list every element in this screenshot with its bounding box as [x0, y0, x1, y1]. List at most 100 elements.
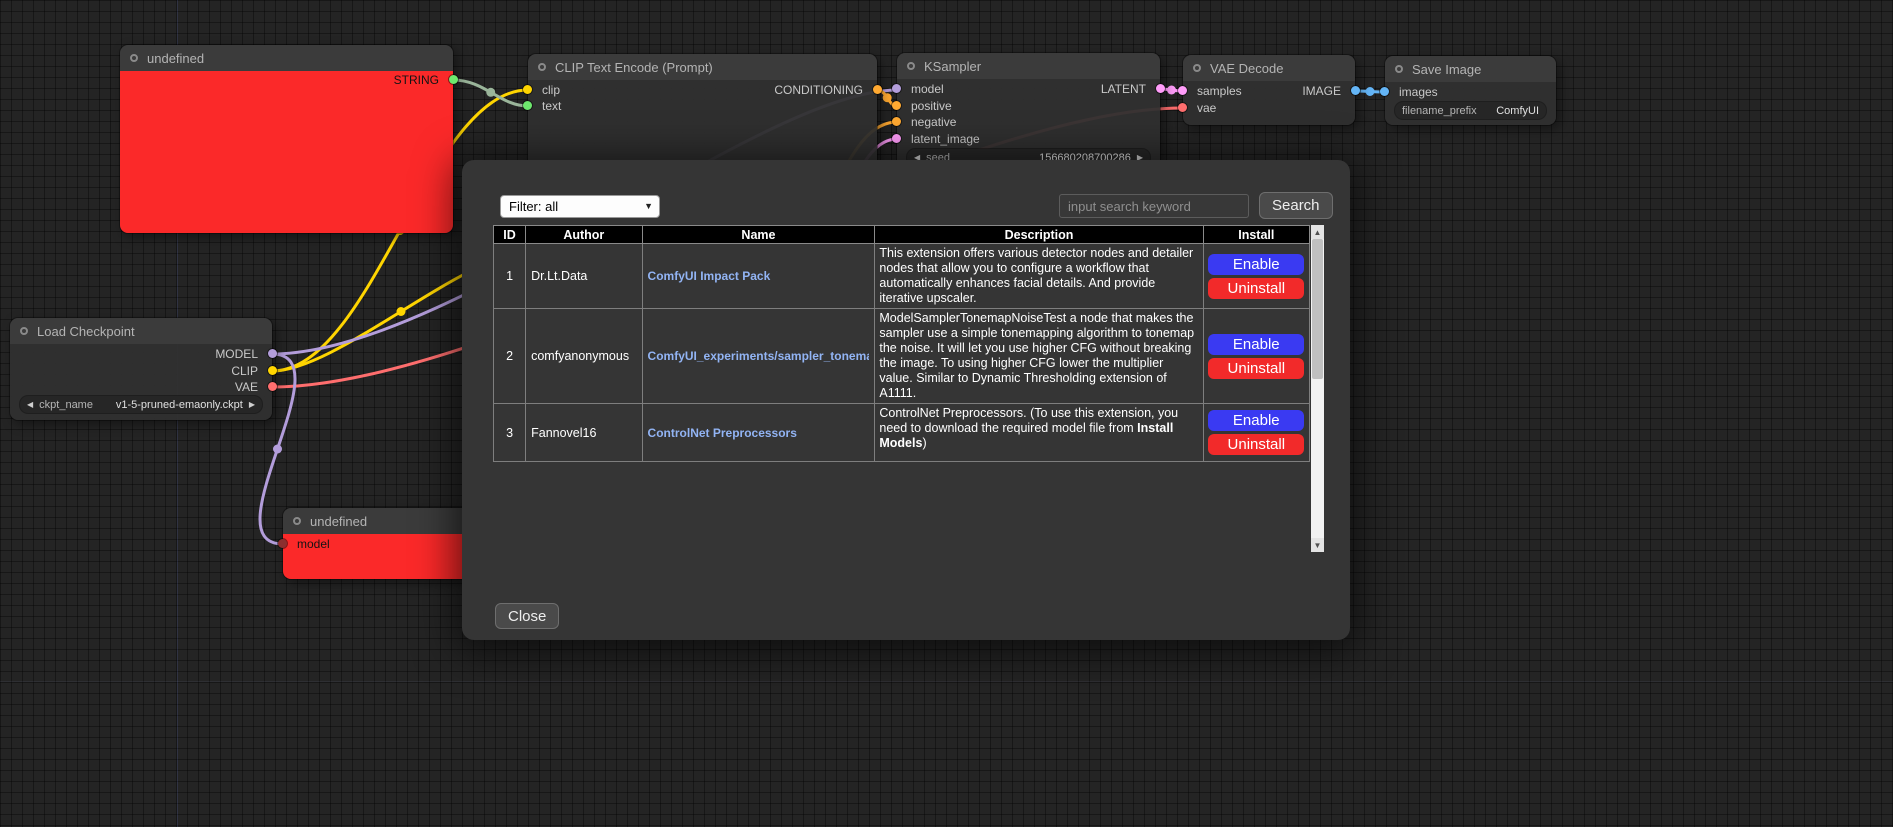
port-dot[interactable] [1351, 86, 1360, 95]
port-dot[interactable] [1380, 87, 1389, 96]
input-port-model[interactable]: model [897, 81, 944, 97]
node-header: Load Checkpoint [10, 318, 272, 344]
input-port-model[interactable]: model [283, 536, 330, 552]
output-port-string[interactable]: STRING [394, 72, 453, 88]
id-cell: 1 [494, 244, 526, 309]
description-cell: This extension offers various detector n… [875, 244, 1203, 309]
search-input[interactable] [1059, 194, 1249, 218]
input-port-text[interactable]: text [528, 98, 561, 114]
node-header: Save Image [1385, 56, 1556, 82]
output-port-model[interactable]: MODEL [215, 346, 272, 362]
install-cell: Enable Uninstall [1203, 404, 1309, 462]
column-header-name: Name [642, 226, 875, 244]
output-port-image[interactable]: IMAGE [1302, 83, 1355, 99]
enable-button[interactable]: Enable [1208, 254, 1304, 275]
port-dot[interactable] [1156, 84, 1165, 93]
custom-nodes-manager-dialog: Filter: all ▼ Search ID Author Name Desc… [462, 160, 1350, 640]
port-dot[interactable] [268, 382, 277, 391]
node-title: KSampler [924, 59, 981, 74]
decrement-arrow-icon[interactable]: ◀ [27, 396, 33, 413]
node-load-checkpoint[interactable]: Load Checkpoint MODEL CLIP VAE ◀ ckpt_na… [10, 318, 272, 420]
output-port-vae[interactable]: VAE [235, 379, 272, 395]
link-dot [486, 88, 495, 97]
scrollbar[interactable]: ▲ ▼ [1311, 225, 1324, 552]
scrollbar-thumb[interactable] [1312, 239, 1323, 379]
collapse-dot-icon[interactable] [293, 517, 301, 525]
collapse-dot-icon[interactable] [538, 63, 546, 71]
input-port-samples[interactable]: samples [1183, 83, 1242, 99]
port-dot[interactable] [892, 134, 901, 143]
increment-arrow-icon[interactable]: ▶ [249, 396, 255, 413]
extension-link[interactable]: ControlNet Preprocessors [648, 426, 870, 440]
extension-link[interactable]: ComfyUI Impact Pack [648, 269, 870, 283]
extension-link[interactable]: ComfyUI_experiments/sampler_tonemap [648, 349, 870, 363]
enable-button[interactable]: Enable [1208, 334, 1304, 355]
author-cell: Dr.Lt.Data [526, 244, 642, 309]
author-cell: comfyanonymous [526, 309, 642, 404]
input-port-clip[interactable]: clip [528, 82, 560, 98]
uninstall-button[interactable]: Uninstall [1208, 278, 1304, 299]
uninstall-button[interactable]: Uninstall [1208, 358, 1304, 379]
port-dot[interactable] [449, 75, 458, 84]
port-dot[interactable] [892, 117, 901, 126]
link-dot [273, 445, 282, 454]
port-dot[interactable] [523, 101, 532, 110]
port-dot[interactable] [278, 539, 287, 548]
author-cell: Fannovel16 [526, 404, 642, 462]
input-port-vae[interactable]: vae [1183, 100, 1216, 116]
extension-table-body: 1Dr.Lt.Data ComfyUI Impact Pack This exten… [494, 244, 1310, 462]
port-dot[interactable] [892, 84, 901, 93]
description-cell: ModelSamplerTonemapNoiseTest a node that… [875, 309, 1203, 404]
link-dot [1167, 86, 1176, 95]
port-dot[interactable] [892, 101, 901, 110]
ckpt-name-widget[interactable]: ◀ ckpt_name v1-5-pruned-emaonly.ckpt ▶ [20, 396, 262, 413]
port-dot[interactable] [1178, 86, 1187, 95]
extension-table: ID Author Name Description Install 1Dr.L… [493, 225, 1310, 462]
uninstall-button[interactable]: Uninstall [1208, 434, 1304, 455]
output-port-latent[interactable]: LATENT [1101, 81, 1160, 97]
filename-prefix-widget[interactable]: filename_prefix ComfyUI [1395, 102, 1546, 119]
table-row: 3Fannovel16ControlNet PreprocessorsContr… [494, 404, 1310, 462]
table-header-row: ID Author Name Description Install [494, 226, 1310, 244]
node-header: VAE Decode [1183, 55, 1355, 81]
input-port-latent-image[interactable]: latent_image [897, 131, 980, 147]
collapse-dot-icon[interactable] [1395, 65, 1403, 73]
collapse-dot-icon[interactable] [907, 62, 915, 70]
column-header-description: Description [875, 226, 1203, 244]
scroll-up-icon[interactable]: ▲ [1311, 225, 1324, 239]
node-undefined-top[interactable]: undefined STRING [120, 45, 453, 233]
node-save-image[interactable]: Save Image images filename_prefix ComfyU… [1385, 56, 1556, 125]
port-dot[interactable] [268, 349, 277, 358]
node-title: undefined [147, 51, 204, 66]
node-title: undefined [310, 514, 367, 529]
input-port-positive[interactable]: positive [897, 98, 952, 114]
port-dot[interactable] [1178, 103, 1187, 112]
node-title: VAE Decode [1210, 61, 1283, 76]
collapse-dot-icon[interactable] [20, 327, 28, 335]
error-node-body [120, 71, 453, 233]
node-title: Load Checkpoint [37, 324, 135, 339]
input-port-images[interactable]: images [1385, 84, 1438, 100]
port-dot[interactable] [268, 366, 277, 375]
collapse-dot-icon[interactable] [1193, 64, 1201, 72]
enable-button[interactable]: Enable [1208, 410, 1304, 431]
input-port-negative[interactable]: negative [897, 114, 956, 130]
id-cell: 3 [494, 404, 526, 462]
port-dot[interactable] [523, 85, 532, 94]
close-button[interactable]: Close [495, 603, 559, 629]
output-port-conditioning[interactable]: CONDITIONING [774, 82, 877, 98]
link-dot [1366, 87, 1375, 96]
install-cell: Enable Uninstall [1203, 244, 1309, 309]
column-header-install: Install [1203, 226, 1309, 244]
scroll-down-icon[interactable]: ▼ [1311, 538, 1324, 552]
search-button[interactable]: Search [1259, 192, 1333, 219]
port-dot[interactable] [873, 85, 882, 94]
name-cell: ComfyUI Impact Pack [642, 244, 875, 309]
column-header-author: Author [526, 226, 642, 244]
node-title: CLIP Text Encode (Prompt) [555, 60, 713, 75]
name-cell: ComfyUI_experiments/sampler_tonemap [642, 309, 875, 404]
node-vae-decode[interactable]: VAE Decode samples vae IMAGE [1183, 55, 1355, 125]
filter-select[interactable]: Filter: all [500, 195, 660, 218]
collapse-dot-icon[interactable] [130, 54, 138, 62]
output-port-clip[interactable]: CLIP [231, 363, 272, 379]
